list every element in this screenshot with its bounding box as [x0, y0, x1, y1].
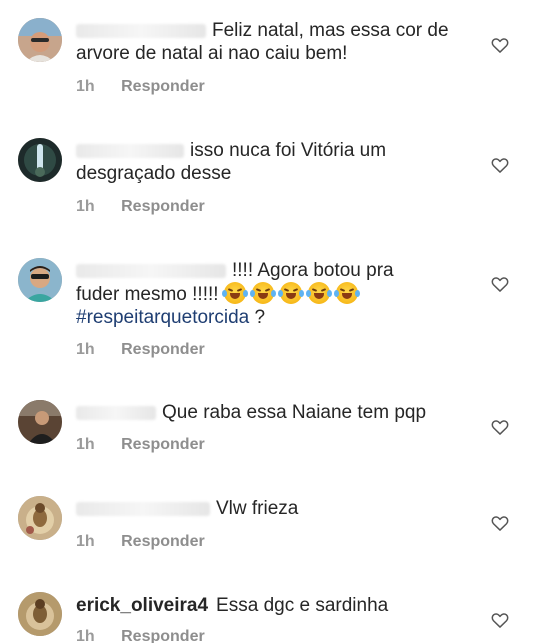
avatar[interactable]	[18, 496, 62, 540]
comment-meta: 1h Responder	[76, 436, 205, 454]
heart-icon[interactable]	[490, 35, 510, 55]
reply-button[interactable]: Responder	[121, 533, 205, 550]
comment-text: Feliz natal, mas essa cor de arvore de n…	[76, 19, 476, 65]
timestamp: 1h	[76, 78, 95, 95]
username[interactable]: erick_oliveira4	[76, 594, 208, 617]
avatar[interactable]	[18, 138, 62, 182]
laughing-tears-emoji-icon	[249, 282, 276, 304]
comment-text: Vlw frieza	[76, 497, 476, 520]
hashtag-link[interactable]: #respeitarquetorcida	[76, 307, 249, 328]
timestamp: 1h	[76, 198, 95, 215]
laughing-tears-emoji-icon	[277, 282, 304, 304]
reply-button[interactable]: Responder	[121, 198, 205, 215]
avatar[interactable]	[18, 18, 62, 62]
comment-meta: 1h Responder	[76, 341, 205, 359]
emoji-row	[221, 282, 364, 305]
reply-button[interactable]: Responder	[121, 78, 205, 95]
comment-body: Essa dgc e sardinha	[216, 595, 389, 616]
avatar-image	[18, 496, 62, 540]
comment-meta: 1h Responder	[76, 198, 205, 216]
laughing-tears-emoji-icon	[333, 282, 360, 304]
username-blurred[interactable]	[76, 405, 156, 420]
avatar-image	[18, 592, 62, 636]
comment-meta: 1h Responder	[76, 628, 205, 643]
heart-icon[interactable]	[490, 417, 510, 437]
avatar[interactable]	[18, 400, 62, 444]
comment-suffix: ?	[254, 307, 266, 328]
comment-meta: 1h Responder	[76, 533, 205, 551]
avatar-image	[18, 18, 62, 62]
heart-icon[interactable]	[490, 274, 510, 294]
username-blurred[interactable]	[76, 143, 184, 158]
laughing-tears-emoji-icon	[221, 282, 248, 304]
comment-meta: 1h Responder	[76, 78, 205, 96]
timestamp: 1h	[76, 436, 95, 453]
heart-icon[interactable]	[490, 513, 510, 533]
comment-text: Que raba essa Naiane tem pqp	[76, 401, 476, 424]
timestamp: 1h	[76, 341, 95, 358]
avatar-image	[18, 138, 62, 182]
avatar[interactable]	[18, 258, 62, 302]
timestamp: 1h	[76, 533, 95, 550]
reply-button[interactable]: Responder	[121, 436, 205, 453]
comment-body-line1: !!!! Agora botou pra	[232, 260, 394, 281]
username-blurred[interactable]	[76, 263, 226, 278]
comment-text: isso nuca foi Vitória um desgraçado dess…	[76, 139, 476, 185]
heart-icon[interactable]	[490, 155, 510, 175]
username-blurred[interactable]	[76, 23, 206, 38]
laughing-tears-emoji-icon	[305, 282, 332, 304]
timestamp: 1h	[76, 628, 95, 643]
comment-text: !!!! Agora botou pra fuder mesmo !!!!! #…	[76, 259, 476, 329]
comment-body: Que raba essa Naiane tem pqp	[162, 402, 427, 423]
comment-text: erick_oliveira4 Essa dgc e sardinha	[76, 594, 476, 617]
reply-button[interactable]: Responder	[121, 341, 205, 358]
avatar-image	[18, 400, 62, 444]
comment-body: Vlw frieza	[216, 498, 299, 519]
avatar-image	[18, 258, 62, 302]
username-blurred[interactable]	[76, 501, 210, 516]
comment-body-line2: fuder mesmo !!!!!	[76, 284, 219, 305]
reply-button[interactable]: Responder	[121, 628, 205, 643]
heart-icon[interactable]	[490, 610, 510, 630]
avatar[interactable]	[18, 592, 62, 636]
